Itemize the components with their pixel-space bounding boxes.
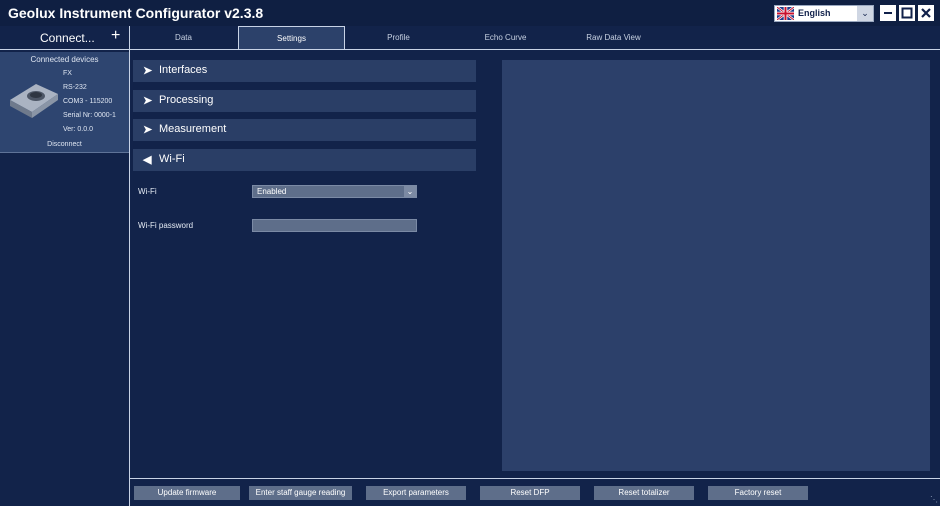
section-label: Processing bbox=[159, 94, 214, 106]
sidebar: Connect... + Connected devices FX RS-232… bbox=[0, 26, 130, 506]
wifi-label: Wi-Fi bbox=[138, 187, 157, 196]
tab-raw-data-view[interactable]: Raw Data View bbox=[560, 26, 667, 49]
app-title: Geolux Instrument Configurator v2.3.8 bbox=[8, 5, 264, 21]
export-parameters-button[interactable]: Export parameters bbox=[366, 486, 466, 500]
chevron-down-icon[interactable]: ⌄ bbox=[404, 186, 416, 197]
tab-echo-curve[interactable]: Echo Curve bbox=[452, 26, 559, 49]
title-bar: Geolux Instrument Configurator v2.3.8 En… bbox=[0, 0, 940, 27]
device-image bbox=[10, 84, 58, 118]
device-card[interactable]: Connected devices FX RS-232 COM3 - 11520… bbox=[0, 52, 129, 153]
resize-grip-icon[interactable]: ⋱ bbox=[930, 495, 938, 504]
connect-bar[interactable]: Connect... + bbox=[0, 26, 129, 50]
language-label: English bbox=[798, 8, 831, 18]
bottom-toolbar: Update firmware Enter staff gauge readin… bbox=[130, 478, 940, 506]
close-icon bbox=[921, 8, 931, 18]
wifi-select-value: Enabled bbox=[257, 187, 287, 196]
uk-flag-icon bbox=[777, 7, 794, 20]
section-wifi[interactable]: ◀ Wi-Fi bbox=[133, 149, 476, 171]
device-serial: Serial Nr: 0000-1 bbox=[63, 112, 116, 119]
add-connection-icon[interactable]: + bbox=[111, 27, 120, 45]
tab-profile[interactable]: Profile bbox=[345, 26, 452, 49]
enter-staff-gauge-button[interactable]: Enter staff gauge reading bbox=[249, 486, 352, 500]
wifi-password-label: Wi-Fi password bbox=[138, 221, 194, 230]
device-port: COM3 - 115200 bbox=[63, 98, 113, 105]
tab-settings[interactable]: Settings bbox=[238, 26, 345, 49]
reset-dfp-button[interactable]: Reset DFP bbox=[480, 486, 580, 500]
section-processing[interactable]: ➤ Processing bbox=[133, 90, 476, 112]
tab-bar: Data Settings Profile Echo Curve Raw Dat… bbox=[130, 26, 940, 50]
chevron-right-icon: ➤ bbox=[143, 124, 153, 136]
language-select[interactable]: English ⌄ bbox=[774, 5, 874, 22]
reset-totalizer-button[interactable]: Reset totalizer bbox=[594, 486, 694, 500]
section-label: Interfaces bbox=[159, 64, 208, 76]
close-button[interactable] bbox=[918, 5, 934, 21]
tab-data[interactable]: Data bbox=[130, 26, 237, 49]
maximize-button[interactable] bbox=[899, 5, 915, 21]
minimize-icon bbox=[884, 12, 892, 14]
section-label: Measurement bbox=[159, 123, 227, 135]
chevron-down-icon[interactable]: ⌄ bbox=[857, 6, 873, 21]
device-interface: RS-232 bbox=[63, 84, 87, 91]
connected-devices-heading: Connected devices bbox=[30, 55, 99, 64]
section-interfaces[interactable]: ➤ Interfaces bbox=[133, 60, 476, 82]
factory-reset-button[interactable]: Factory reset bbox=[708, 486, 808, 500]
section-measurement[interactable]: ➤ Measurement bbox=[133, 119, 476, 141]
update-firmware-button[interactable]: Update firmware bbox=[134, 486, 240, 500]
device-model: FX bbox=[63, 70, 72, 77]
section-label: Wi-Fi bbox=[159, 153, 185, 165]
chevron-right-icon: ➤ bbox=[143, 65, 153, 77]
maximize-icon bbox=[901, 7, 913, 19]
chevron-left-icon: ◀ bbox=[143, 154, 152, 166]
wifi-password-field[interactable] bbox=[252, 219, 417, 232]
disconnect-button[interactable]: Disconnect bbox=[0, 141, 129, 148]
device-version: Ver: 0.0.0 bbox=[63, 126, 93, 133]
wifi-select[interactable]: Enabled ⌄ bbox=[252, 185, 417, 198]
chevron-right-icon: ➤ bbox=[143, 95, 153, 107]
info-panel bbox=[502, 60, 930, 471]
connect-button[interactable]: Connect... bbox=[40, 31, 95, 45]
minimize-button[interactable] bbox=[880, 5, 896, 21]
